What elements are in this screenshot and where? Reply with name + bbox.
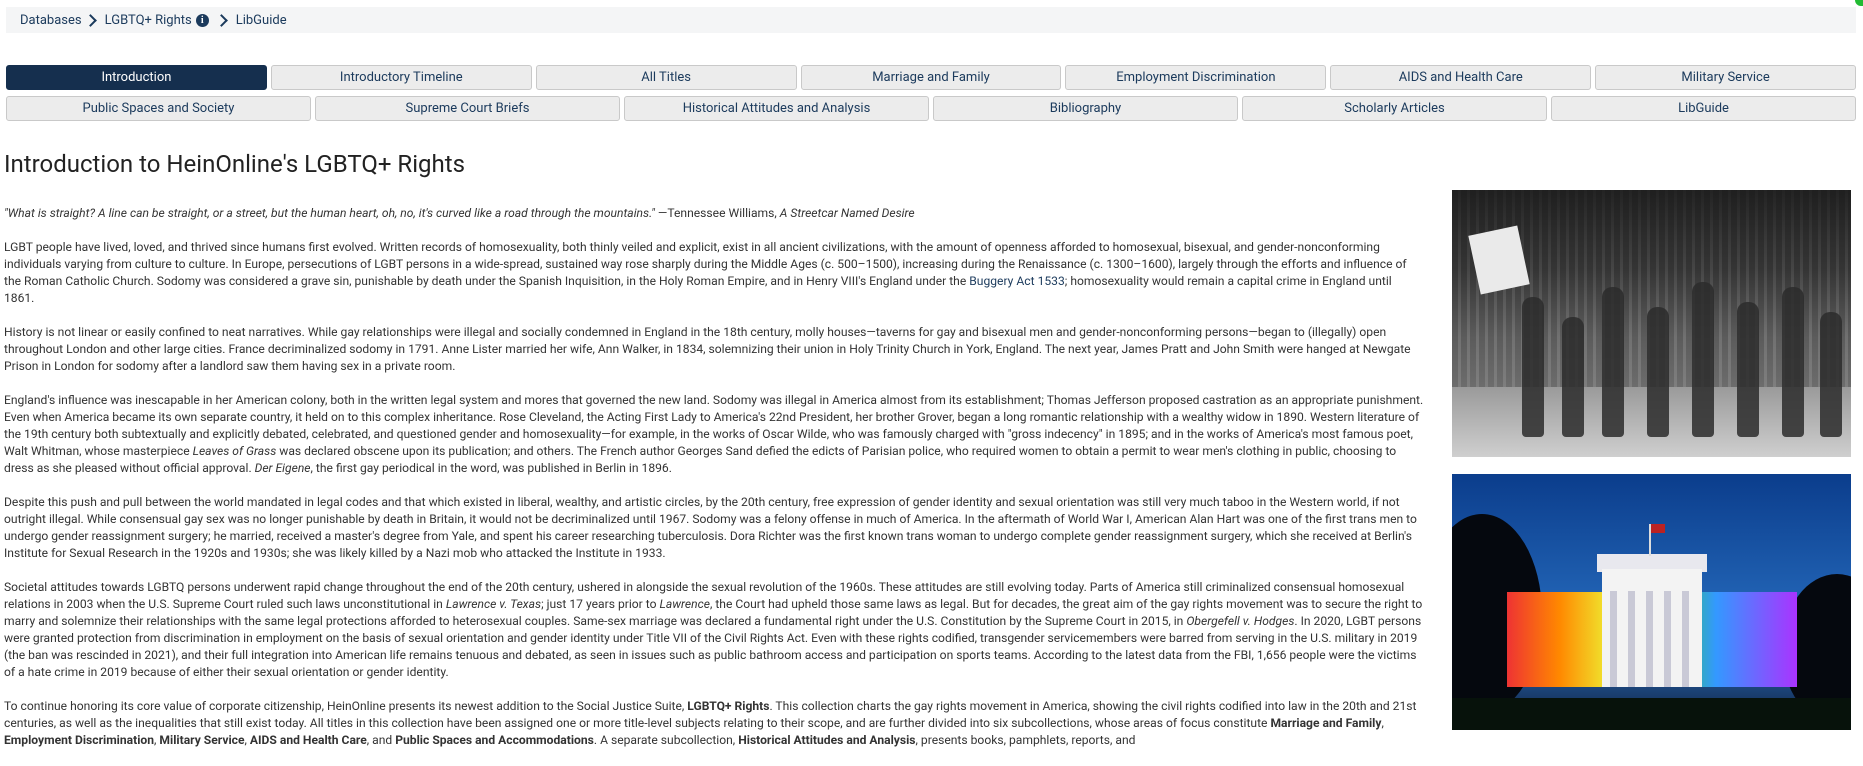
chevron-right-icon xyxy=(214,13,228,27)
case-lawrence: Lawrence xyxy=(659,597,710,611)
tab-introduction[interactable]: Introduction xyxy=(6,65,267,90)
tab-supreme-court-briefs[interactable]: Supreme Court Briefs xyxy=(315,96,620,121)
column xyxy=(1664,591,1671,687)
paragraph-5: Societal attitudes towards LGBTQ persons… xyxy=(4,579,1424,681)
epigraph-source: A Streetcar Named Desire xyxy=(779,206,915,220)
case-lawrence-v-texas: Lawrence v. Texas xyxy=(445,597,542,611)
case-obergefell: Obergefell v. Hodges xyxy=(1186,614,1295,628)
paragraph-text: ; just 17 years prior to xyxy=(541,597,660,611)
marcher-figure xyxy=(1562,317,1584,437)
title-der-eigene: Der Eigene xyxy=(254,461,311,475)
marcher-figure xyxy=(1602,287,1624,437)
protest-sign xyxy=(1468,225,1530,295)
flag xyxy=(1649,524,1665,556)
paragraph-text: To continue honoring its core value of c… xyxy=(4,699,688,713)
paragraph-text: , the first gay periodical in the word, … xyxy=(310,461,672,475)
info-icon[interactable]: i xyxy=(195,13,209,27)
marcher-figure xyxy=(1782,287,1804,437)
tab-historical-attitudes[interactable]: Historical Attitudes and Analysis xyxy=(624,96,929,121)
tab-bibliography[interactable]: Bibliography xyxy=(933,96,1238,121)
buggery-act-link[interactable]: Buggery Act 1533 xyxy=(969,274,1065,288)
breadcrumb-databases[interactable]: Databases xyxy=(20,13,82,28)
pride-march-photo xyxy=(1452,190,1851,457)
white-house-rainbow-photo xyxy=(1452,474,1851,730)
column xyxy=(1628,591,1635,687)
tab-bar-row-2: Public Spaces and Society Supreme Court … xyxy=(6,96,1856,121)
tab-libguide[interactable]: LibGuide xyxy=(1551,96,1856,121)
marcher-figure xyxy=(1522,297,1544,437)
epigraph-attribution: —Tennessee Williams, xyxy=(654,206,780,220)
tab-military-service[interactable]: Military Service xyxy=(1595,65,1857,90)
breadcrumb: Databases LGBTQ+ Rights i LibGuide xyxy=(6,7,1856,33)
lawn xyxy=(1452,698,1851,730)
tab-aids-and-health-care[interactable]: AIDS and Health Care xyxy=(1330,65,1592,90)
marcher-figure xyxy=(1647,307,1669,437)
epigraph-quote: "What is straight? A line can be straigh… xyxy=(4,206,655,220)
status-dot xyxy=(1855,0,1863,6)
intro-content: "What is straight? A line can be straigh… xyxy=(4,205,1424,766)
bold-marriage-family: Marriage and Family xyxy=(1270,716,1382,730)
tab-public-spaces-and-society[interactable]: Public Spaces and Society xyxy=(6,96,311,121)
breadcrumb-lgbtq-rights[interactable]: LGBTQ+ Rights xyxy=(105,13,192,28)
column xyxy=(1646,591,1653,687)
paragraph-1: LGBT people have lived, loved, and thriv… xyxy=(4,239,1424,307)
paragraph-4: Despite this push and pull between the w… xyxy=(4,495,1417,560)
portico xyxy=(1602,569,1702,687)
tab-scholarly-articles[interactable]: Scholarly Articles xyxy=(1242,96,1547,121)
tab-bar-row-1: Introduction Introductory Timeline All T… xyxy=(6,65,1857,90)
paragraph-3: England's influence was inescapable in h… xyxy=(4,392,1424,477)
marcher-figure xyxy=(1737,302,1759,437)
tab-introductory-timeline[interactable]: Introductory Timeline xyxy=(270,65,532,90)
tab-marriage-and-family[interactable]: Marriage and Family xyxy=(800,65,1062,90)
paragraph-2: History is not linear or easily confined… xyxy=(4,325,1411,373)
marcher-figure xyxy=(1692,282,1714,437)
breadcrumb-libguide[interactable]: LibGuide xyxy=(236,13,287,28)
column xyxy=(1610,591,1617,687)
marcher-figure xyxy=(1820,312,1842,437)
title-leaves-of-grass: Leaves of Grass xyxy=(192,444,277,458)
bold-lgbtq-rights: LGBTQ+ Rights xyxy=(687,699,770,713)
column xyxy=(1682,591,1689,687)
paragraph-6: To continue honoring its core value of c… xyxy=(4,698,1424,749)
epigraph: "What is straight? A line can be straigh… xyxy=(4,205,1424,222)
page-title: Introduction to HeinOnline's LGBTQ+ Righ… xyxy=(4,150,465,178)
paragraph-text: , xyxy=(1381,716,1384,730)
tab-all-titles[interactable]: All Titles xyxy=(535,65,797,90)
tab-employment-discrimination[interactable]: Employment Discrimination xyxy=(1065,65,1327,90)
chevron-right-icon xyxy=(83,13,97,27)
